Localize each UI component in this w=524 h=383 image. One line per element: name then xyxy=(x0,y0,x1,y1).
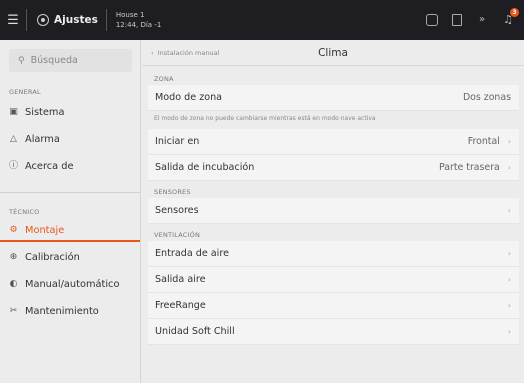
section-label-ventilacion: VENTILACIÓN xyxy=(154,231,201,239)
row-salida-aire[interactable]: Salida aire › xyxy=(148,267,519,293)
row-modo-zona: Modo de zona Dos zonas xyxy=(148,85,519,111)
row-label: Iniciar en xyxy=(155,136,200,147)
sidebar-item-label: Acerca de xyxy=(25,161,74,172)
row-label: Modo de zona xyxy=(155,92,223,103)
installation-icon: ⚙ xyxy=(9,225,18,235)
sidebar-item-label: Montaje xyxy=(25,225,65,236)
alarm-badge: 3 xyxy=(510,8,519,17)
row-value: Dos zonas xyxy=(462,92,511,103)
sidebar-item-label: Manual/automático xyxy=(25,279,120,290)
chevron-right-icon: › xyxy=(507,301,511,310)
calibration-icon: ⊕ xyxy=(9,252,18,262)
sidebar-item-label: Calibración xyxy=(25,252,80,263)
section-label-tecnico: TÉCNICO xyxy=(9,208,40,216)
section-label-general: GENERAL xyxy=(9,88,41,96)
row-sensores[interactable]: Sensores › xyxy=(148,198,519,224)
sidebar-item-manual-automatico[interactable]: ◐ Manual/automático xyxy=(0,271,140,298)
top-bar: ☰ Ajustes House 1 12:44, Día -1 » ♫ 3 xyxy=(0,0,524,40)
house-icon[interactable] xyxy=(426,14,438,26)
row-salida-incubacion[interactable]: Salida de incubación Parte trasera › xyxy=(148,155,519,181)
back-link[interactable]: ‹ Instalación manual xyxy=(142,49,219,57)
house-name: House 1 xyxy=(115,11,145,19)
toggle-icon: ◐ xyxy=(9,279,18,289)
tools-icon: ✂ xyxy=(9,306,18,316)
chevron-right-icon: › xyxy=(507,327,511,336)
chevron-right-icon: › xyxy=(507,249,511,258)
sidebar-item-sistema[interactable]: ▣ Sistema xyxy=(0,99,140,126)
section-label-sensores: SENSORES xyxy=(154,188,191,196)
sidebar-item-alarma[interactable]: △ Alarma xyxy=(0,126,140,153)
row-soft-chill[interactable]: Unidad Soft Chill › xyxy=(148,319,519,345)
row-label: Unidad Soft Chill xyxy=(155,326,235,337)
search-input[interactable]: ⚲ Búsqueda xyxy=(9,49,132,72)
info-icon: ⓘ xyxy=(8,161,18,171)
sidebar-item-mantenimiento[interactable]: ✂ Mantenimiento xyxy=(0,298,140,325)
row-label: FreeRange xyxy=(155,300,206,311)
divider xyxy=(0,192,140,193)
sidebar-item-label: Sistema xyxy=(25,107,65,118)
bell-icon[interactable]: ♫ 3 xyxy=(502,8,519,26)
gear-icon xyxy=(37,14,49,26)
row-value: Frontal xyxy=(467,136,500,147)
section-label-zona: ZONA xyxy=(154,75,174,83)
row-label: Sensores xyxy=(155,205,199,216)
chevron-right-icon: › xyxy=(507,206,511,215)
signal-icon[interactable]: » xyxy=(476,14,488,26)
back-label: Instalación manual xyxy=(157,48,220,57)
content-header: ‹ Instalación manual Clima xyxy=(142,40,524,66)
row-iniciar-en[interactable]: Iniciar en Frontal › xyxy=(148,129,519,155)
sidebar-item-label: Alarma xyxy=(25,134,60,145)
row-value: Parte trasera xyxy=(439,162,500,173)
zona-note: El modo de zona no puede cambiarse mient… xyxy=(154,115,376,122)
row-label: Salida aire xyxy=(155,274,206,285)
topbar-actions: » ♫ 3 xyxy=(426,8,524,26)
house-info[interactable]: House 1 12:44, Día -1 xyxy=(107,10,161,30)
row-label: Entrada de aire xyxy=(155,248,229,259)
settings-title: Ajustes xyxy=(27,0,106,40)
sidebar-item-montaje[interactable]: ⚙ Montaje xyxy=(0,217,140,244)
chevron-right-icon: › xyxy=(507,275,511,284)
hamburger-icon[interactable]: ☰ xyxy=(0,0,26,40)
row-freerange[interactable]: FreeRange › xyxy=(148,293,519,319)
app-title: Ajustes xyxy=(54,14,98,26)
bell-icon: △ xyxy=(10,134,17,144)
sidebar: ⚲ Búsqueda GENERAL ▣ Sistema △ Alarma ⓘ … xyxy=(0,40,141,383)
row-entrada-aire[interactable]: Entrada de aire › xyxy=(148,241,519,267)
chevron-right-icon: › xyxy=(507,137,511,146)
house-time: 12:44, Día -1 xyxy=(115,21,162,29)
row-label: Salida de incubación xyxy=(155,162,255,173)
document-icon[interactable] xyxy=(452,14,462,26)
search-placeholder: Búsqueda xyxy=(30,55,78,66)
system-icon: ▣ xyxy=(9,107,18,117)
chevron-right-icon: › xyxy=(507,163,511,172)
search-icon: ⚲ xyxy=(18,55,25,66)
sidebar-item-label: Mantenimiento xyxy=(25,306,99,317)
main-content: ‹ Instalación manual Clima ZONA Modo de … xyxy=(142,40,524,383)
sidebar-item-calibracion[interactable]: ⊕ Calibración xyxy=(0,244,140,271)
sidebar-item-acerca-de[interactable]: ⓘ Acerca de xyxy=(0,153,140,180)
